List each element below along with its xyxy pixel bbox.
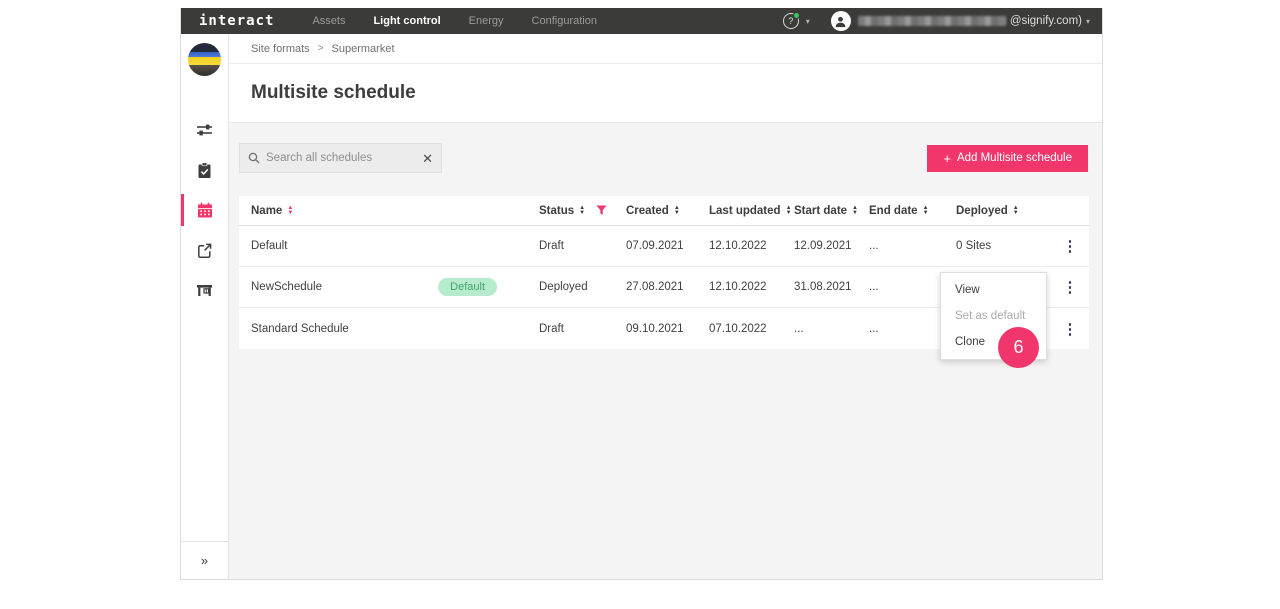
cell-status: Draft (539, 240, 564, 252)
table-row[interactable]: Default Draft 07.09.2021 12.10.2022 12.0… (239, 226, 1089, 267)
site-logo[interactable] (188, 43, 221, 76)
sidebar-item-store-layout[interactable] (181, 270, 228, 310)
menu-item-set-as-default: Set as default (955, 310, 1026, 322)
breadcrumb: Site formats > Supermarket (229, 34, 1102, 64)
row-menu-kebab-icon[interactable]: ⋮ (1051, 320, 1089, 338)
nav-item-energy[interactable]: Energy (469, 15, 504, 27)
cell-created: 27.08.2021 (626, 281, 684, 293)
page: interact Assets Light control Energy Con… (0, 0, 1280, 609)
column-header-created[interactable]: Created ▲ ▼ (626, 205, 709, 217)
filter-icon[interactable] (596, 205, 607, 216)
calendar-icon (197, 202, 212, 218)
tune-icon (197, 124, 212, 136)
cell-last-updated: 07.10.2022 (709, 322, 767, 335)
sort-icon: ▲ ▼ (673, 205, 680, 216)
cell-start-date: ... (794, 322, 804, 335)
cell-name: NewSchedule Default (239, 278, 539, 296)
sidebar: » (181, 34, 229, 579)
user-avatar[interactable] (830, 11, 851, 31)
column-header-deployed[interactable]: Deployed ▲ ▼ (956, 205, 1051, 217)
clipboard-check-icon (198, 161, 211, 178)
content-area: ✕ + Add Multisite schedule Name ▲▼ (229, 123, 1102, 579)
sidebar-item-tasks[interactable] (181, 150, 228, 190)
plus-icon: + (943, 150, 951, 166)
cell-name: Default (251, 240, 288, 252)
menu-item-view[interactable]: View (941, 277, 1046, 303)
search-icon (248, 152, 260, 164)
cell-end-date: ... (869, 240, 879, 252)
cell-created: 09.10.2021 (626, 322, 684, 335)
top-nav: interact Assets Light control Energy Con… (181, 8, 1102, 34)
table-header: Name ▲ ▼ Status ▲ ▼ Created ▲ ▼ Last upd… (239, 196, 1089, 226)
redacted-username (857, 16, 1006, 26)
sidebar-icons (181, 110, 228, 310)
open-in-new-icon (198, 243, 212, 258)
nav-item-assets[interactable]: Assets (312, 15, 345, 27)
main-area: Site formats > Supermarket Multisite sch… (229, 34, 1102, 579)
page-title: Multisite schedule (251, 82, 416, 103)
sidebar-item-schedules[interactable] (181, 190, 228, 230)
column-header-status[interactable]: Status ▲ ▼ (539, 205, 626, 217)
breadcrumb-separator: > (317, 43, 324, 54)
breadcrumb-supermarket[interactable]: Supermarket (332, 43, 395, 55)
sort-icon: ▲ ▼ (785, 205, 792, 216)
title-bar: Multisite schedule (229, 64, 1102, 123)
help-icon[interactable]: ? (782, 12, 800, 29)
interact-logo: interact (199, 13, 275, 29)
cell-last-updated: 12.10.2022 (709, 240, 767, 252)
column-header-start-date[interactable]: Start date ▲ ▼ (794, 205, 869, 217)
breadcrumb-site-formats[interactable]: Site formats (251, 43, 310, 55)
sort-icon: ▲ ▼ (579, 205, 586, 216)
app-window: interact Assets Light control Energy Con… (180, 8, 1103, 580)
default-badge: Default (438, 278, 497, 296)
sort-icon: ▲ ▼ (1012, 205, 1019, 216)
user-email[interactable]: @signify.com) ▾ (857, 15, 1090, 27)
sidebar-item-export[interactable] (181, 230, 228, 270)
store-shelf-icon (197, 285, 212, 296)
clear-search-icon[interactable]: ✕ (422, 152, 433, 165)
sort-icon: ▲ ▼ (287, 205, 294, 216)
sidebar-item-settings[interactable] (181, 110, 228, 150)
person-icon (835, 16, 846, 27)
cell-status: Deployed (539, 281, 588, 293)
help-glyph: ? (788, 16, 794, 26)
cell-deployed: 0 Sites (956, 240, 992, 252)
annotation-step-badge: 6 (998, 327, 1039, 368)
chevrons-right-icon: » (200, 553, 209, 568)
cell-last-updated: 12.10.2022 (709, 281, 767, 293)
nav-item-configuration[interactable]: Configuration (532, 15, 597, 27)
add-multisite-schedule-button[interactable]: + Add Multisite schedule (927, 144, 1088, 172)
row-menu-kebab-icon[interactable]: ⋮ (1051, 278, 1089, 296)
column-header-end-date[interactable]: End date ▲ ▼ (869, 205, 956, 217)
nav-item-light-control[interactable]: Light control (373, 15, 440, 27)
help-caret-icon[interactable]: ▾ (806, 17, 810, 26)
cell-status: Draft (539, 322, 564, 335)
cell-start-date: 12.09.2021 (794, 240, 852, 252)
toolbar: ✕ + Add Multisite schedule (229, 143, 1102, 173)
help-notification-dot (792, 12, 800, 19)
sort-icon: ▲ ▼ (922, 205, 929, 216)
add-button-label: Add Multisite schedule (956, 152, 1072, 164)
column-header-name[interactable]: Name ▲ ▼ (239, 205, 539, 217)
column-header-last-updated[interactable]: Last updated ▲ ▼ (709, 205, 794, 217)
cell-created: 07.09.2021 (626, 240, 684, 252)
search-box[interactable]: ✕ (239, 143, 442, 173)
email-suffix: @signify.com) (1009, 15, 1082, 27)
search-input[interactable] (266, 152, 423, 164)
cell-start-date: 31.08.2021 (794, 281, 852, 293)
user-menu-caret-icon: ▾ (1085, 16, 1090, 26)
sidebar-expand-button[interactable]: » (181, 541, 228, 579)
sort-icon: ▲ ▼ (852, 205, 858, 216)
nav-items: Assets Light control Energy Configuratio… (312, 15, 597, 27)
row-menu-kebab-icon[interactable]: ⋮ (1051, 237, 1089, 255)
cell-name: Standard Schedule (251, 322, 349, 335)
top-nav-right: ? ▾ @signify.com) ▾ (782, 11, 1090, 31)
